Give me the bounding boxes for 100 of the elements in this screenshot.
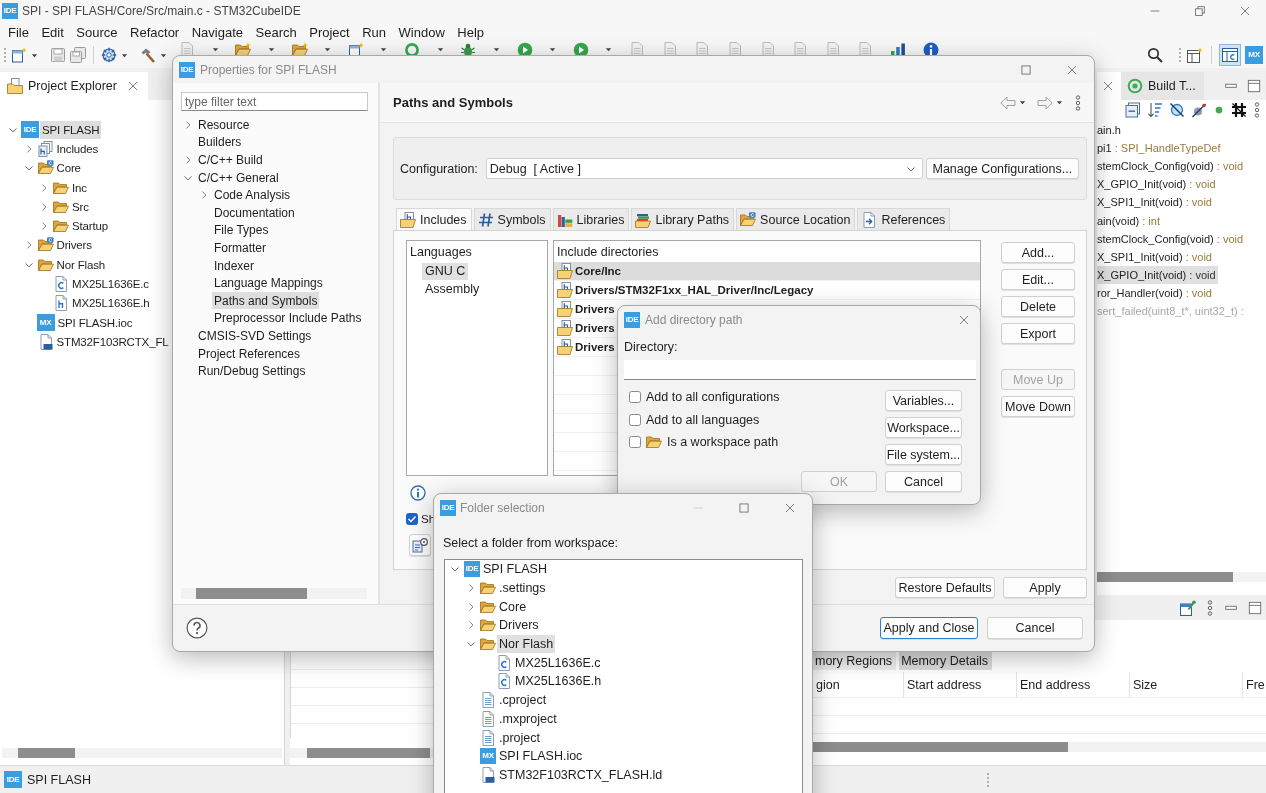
chevron-icon[interactable]: [466, 583, 476, 594]
scrollbar[interactable]: [181, 588, 367, 599]
caret-down-icon[interactable]: [267, 46, 275, 53]
tab[interactable]: Library Paths: [631, 208, 735, 230]
side-button[interactable]: File system...: [885, 444, 962, 465]
outline-item[interactable]: ain.h: [1097, 121, 1123, 140]
menu-item[interactable]: Navigate: [191, 24, 243, 40]
chevron-icon[interactable]: [39, 182, 49, 193]
checkbox[interactable]: [629, 391, 641, 404]
tree-item[interactable]: STM32F103RCTX_FLASH.ld: [497, 765, 665, 784]
tree-item[interactable]: Drivers: [54, 236, 94, 255]
view-tab[interactable]: Memory Details: [899, 652, 992, 670]
outline-item[interactable]: ain(void) : int: [1097, 211, 1162, 230]
scrollbar-thumb[interactable]: [18, 748, 75, 758]
more-options-icon[interactable]: [1074, 94, 1082, 111]
tab[interactable]: Symbols: [473, 208, 551, 230]
outline-item[interactable]: X_GPIO_Init(void) : void: [1097, 265, 1218, 284]
tree-item[interactable]: SPI FLASH: [481, 560, 549, 579]
tab[interactable]: Includes: [396, 208, 472, 230]
outline-item[interactable]: pi1 : SPI_HandleTypeDef: [1097, 139, 1223, 158]
window-pin-icon[interactable]: [1180, 599, 1196, 616]
caret-down-icon[interactable]: [211, 46, 219, 53]
list-item[interactable]: Assembly: [422, 280, 483, 298]
filter-field[interactable]: type filter text: [181, 92, 368, 111]
caret-down-icon[interactable]: [31, 51, 38, 59]
caret-down-icon[interactable]: [121, 51, 128, 59]
manage-configurations-button[interactable]: Manage Configurations...: [925, 158, 1079, 179]
tree-item[interactable]: Nor Flash: [54, 255, 107, 274]
side-button[interactable]: Add...: [1001, 242, 1075, 263]
tree-item[interactable]: Inc: [70, 178, 89, 197]
list-item[interactable]: GNU C: [422, 262, 469, 280]
outline-item[interactable]: X_SPI1_Init(void) : void: [1097, 247, 1214, 266]
caret-down-icon[interactable]: [492, 46, 500, 53]
tree-item[interactable]: Language Mappings: [212, 274, 325, 292]
search-icon[interactable]: [1147, 47, 1163, 63]
tree-item[interactable]: MX25L1636E.c: [70, 275, 151, 293]
tree-item[interactable]: Resource: [196, 116, 252, 134]
tree-item[interactable]: Project References: [196, 345, 303, 362]
sort-icon[interactable]: [1147, 102, 1163, 118]
menu-item[interactable]: Help: [457, 24, 485, 40]
chevron-icon[interactable]: [466, 620, 476, 631]
menu-item[interactable]: Run: [362, 24, 387, 40]
dot-icon[interactable]: [1213, 104, 1225, 116]
menu-item[interactable]: Refactor: [130, 24, 180, 40]
collapse-all-icon[interactable]: [1125, 102, 1141, 118]
directory-field[interactable]: [624, 360, 976, 380]
dialog-button[interactable]: Apply and Close: [880, 617, 978, 639]
caret-down-icon[interactable]: [380, 46, 388, 53]
page-button[interactable]: Apply: [1003, 577, 1087, 598]
more-options-icon[interactable]: [1253, 102, 1261, 118]
side-button[interactable]: Edit...: [1001, 269, 1075, 290]
tree-item[interactable]: SPI FLASH.ioc: [497, 747, 585, 766]
outline-item[interactable]: stemClock_Config(void) : void: [1097, 229, 1246, 248]
close-icon[interactable]: [1067, 64, 1077, 75]
configuration-dropdown[interactable]: Debug [ Active ]: [485, 158, 923, 179]
tree-item[interactable]: .mxproject: [497, 709, 559, 728]
caret-down-icon[interactable]: [605, 46, 613, 53]
tree-item[interactable]: .settings: [497, 579, 548, 598]
close-icon[interactable]: [1240, 6, 1250, 16]
scrollbar-thumb[interactable]: [307, 748, 430, 758]
save-icon[interactable]: [50, 47, 66, 63]
ring-icon[interactable]: [404, 42, 420, 58]
chevron-icon[interactable]: [39, 221, 49, 232]
maximize-icon[interactable]: [739, 502, 749, 513]
view-tab[interactable]: Build T...: [1121, 72, 1204, 100]
scrollbar-thumb[interactable]: [813, 742, 1068, 752]
scrollbar[interactable]: [1097, 572, 1266, 582]
dialog-button[interactable]: Cancel: [987, 617, 1083, 639]
view-tab[interactable]: mory Regions: [813, 652, 897, 670]
chevron-icon[interactable]: [466, 601, 476, 612]
side-button[interactable]: Variables...: [885, 390, 962, 411]
more-options-icon[interactable]: [1206, 599, 1214, 616]
menu-item[interactable]: Search: [255, 24, 297, 40]
close-icon[interactable]: [785, 502, 795, 513]
new-folder-icon[interactable]: [235, 42, 252, 58]
menu-item[interactable]: Project: [309, 24, 350, 40]
tree-item[interactable]: MX25L1636E.c: [513, 653, 603, 672]
chevron-icon[interactable]: [183, 155, 193, 165]
close-icon[interactable]: [1103, 81, 1113, 91]
side-button[interactable]: Move Down: [1001, 396, 1075, 417]
new-file-icon[interactable]: [11, 47, 27, 63]
scrollbar-thumb[interactable]: [196, 588, 307, 599]
export-settings-button[interactable]: [409, 534, 431, 556]
tree-item[interactable]: SPI FLASH: [40, 120, 102, 139]
caret-down-icon[interactable]: [160, 51, 167, 59]
tree-item[interactable]: Documentation: [212, 204, 297, 222]
tree-item[interactable]: C/C++ General: [196, 169, 281, 187]
checkbox[interactable]: [629, 413, 641, 426]
caret-down-icon[interactable]: [549, 46, 557, 53]
caret-down-icon[interactable]: [324, 46, 332, 53]
tree-item[interactable]: Core: [497, 597, 529, 616]
tree-item[interactable]: SPI FLASH.ioc: [55, 313, 135, 332]
tree-item[interactable]: Indexer: [212, 257, 257, 275]
tree-item[interactable]: .cproject: [497, 691, 549, 710]
tree-item[interactable]: Preprocessor Include Paths: [212, 309, 364, 327]
caret-down-icon[interactable]: [1056, 99, 1063, 106]
tree-item[interactable]: MX25L1636E.h: [70, 294, 152, 313]
menu-item[interactable]: Window: [398, 24, 445, 40]
maximize-icon[interactable]: [1247, 79, 1261, 93]
side-button[interactable]: Delete: [1001, 296, 1075, 317]
